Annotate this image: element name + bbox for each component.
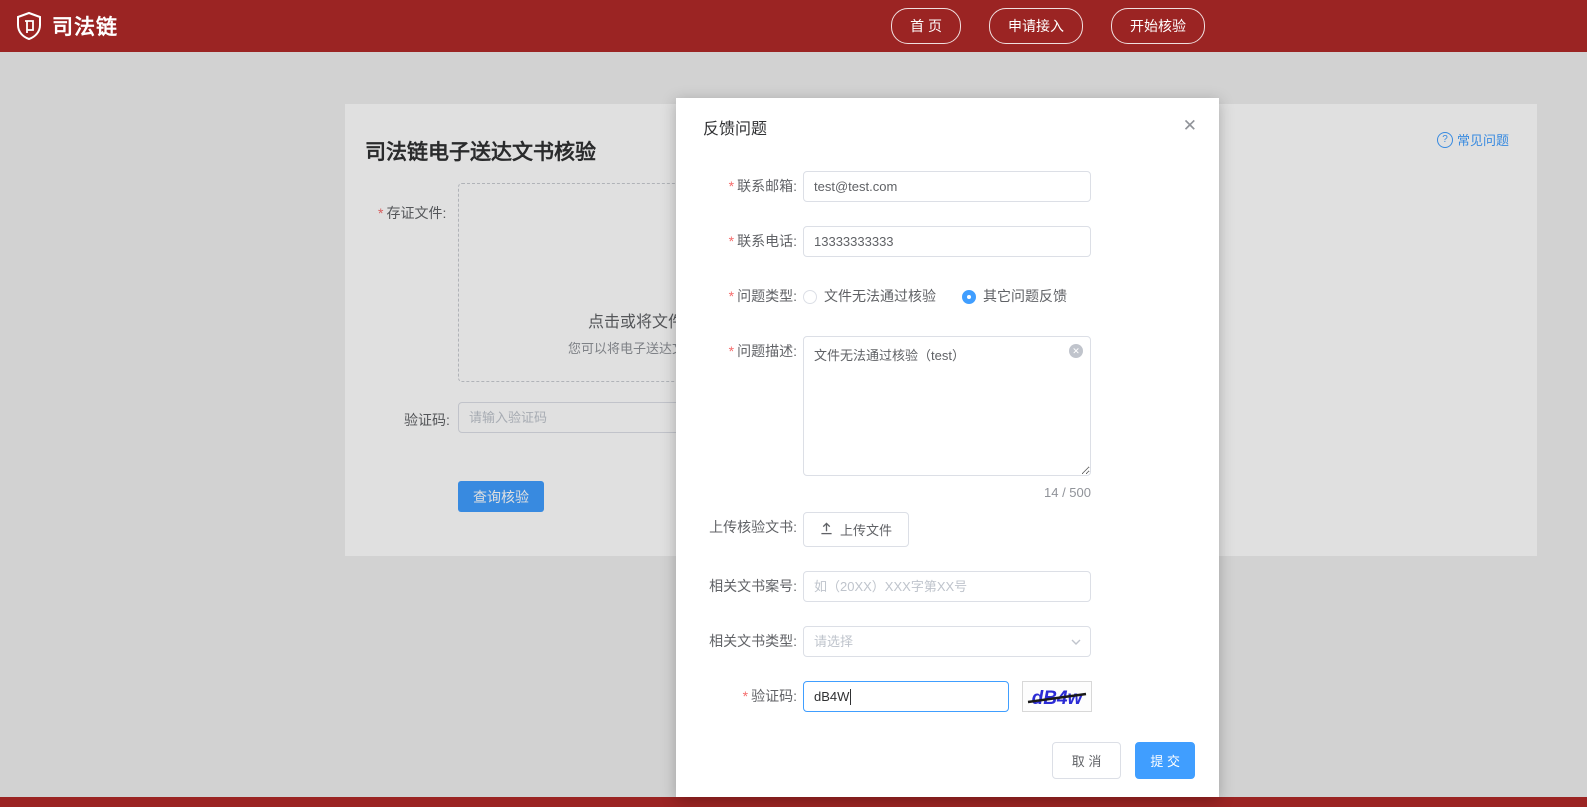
captcha-input[interactable]: dB4W [803, 681, 1009, 712]
description-textarea-wrap: 文件无法通过核验（test） ✕ [803, 336, 1091, 481]
required-asterisk: * [728, 288, 735, 304]
nav-verify-button[interactable]: 开始核验 [1111, 8, 1205, 44]
phone-row: * 联系电话: [676, 226, 1219, 257]
header-nav: 首 页 申请接入 开始核验 [891, 0, 1205, 52]
brand-name: 司法链 [52, 16, 118, 39]
upload-button-label: 上传文件 [840, 523, 893, 538]
shield-logo-icon [14, 11, 44, 41]
brand-logo[interactable]: 司法链 [14, 11, 118, 41]
description-textarea[interactable]: 文件无法通过核验（test） [803, 336, 1091, 476]
submit-button[interactable]: 提 交 [1135, 742, 1195, 779]
upload-label: 上传核验文书: [709, 519, 797, 535]
upload-icon [820, 521, 833, 538]
modal-body: *联系邮箱: *联系电话: *问题类型: 文件无法通过核验 其它问题反馈 *问 [676, 147, 1219, 712]
close-icon[interactable]: ✕ [1179, 112, 1201, 140]
cancel-button[interactable]: 取 消 [1051, 742, 1122, 779]
case-number-label: 相关文书案号: [709, 578, 797, 594]
doc-type-label: 相关文书类型: [709, 633, 797, 649]
case-number-row: 相关文书案号: [676, 571, 1219, 602]
modal-footer: 取 消 提 交 [1051, 742, 1195, 779]
doc-type-select[interactable] [803, 626, 1091, 657]
required-asterisk: * [742, 688, 749, 704]
email-field[interactable] [803, 171, 1091, 202]
description-field-group: 文件无法通过核验（test） ✕ 14 / 500 [803, 336, 1091, 500]
nav-apply-button[interactable]: 申请接入 [989, 8, 1083, 44]
issue-type-label: * 问题类型: [728, 288, 797, 304]
required-asterisk: * [728, 233, 735, 249]
bottom-red-bar [0, 797, 1587, 807]
nav-home-button[interactable]: 首 页 [891, 8, 961, 44]
captcha-label: * 验证码: [742, 688, 797, 704]
top-nav-bar: 司法链 首 页 申请接入 开始核验 [0, 0, 1587, 52]
feedback-modal: 反馈问题 ✕ *联系邮箱: *联系电话: *问题类型: 文件无法通过核验 其它问… [676, 98, 1219, 797]
upload-row: 上传核验文书: 上传文件 [676, 512, 1219, 547]
required-asterisk: * [728, 343, 735, 359]
captcha-image[interactable]: dB4w [1022, 681, 1092, 712]
phone-label: * 联系电话: [728, 233, 797, 249]
case-number-field[interactable] [803, 571, 1091, 602]
issue-type-row: * 问题类型: 文件无法通过核验 其它问题反馈 [676, 281, 1219, 312]
modal-header: 反馈问题 [676, 98, 1219, 147]
captcha-input-value: dB4W [814, 689, 850, 704]
upload-file-button[interactable]: 上传文件 [803, 512, 910, 547]
doc-type-select-input[interactable] [803, 626, 1091, 657]
email-row: * 联系邮箱: [676, 171, 1219, 202]
radio-file-fail[interactable] [803, 289, 817, 304]
radio-other-feedback-label[interactable]: 其它问题反馈 [983, 281, 1067, 312]
issue-type-options: 文件无法通过核验 其它问题反馈 [803, 281, 1093, 312]
required-asterisk: * [728, 178, 735, 194]
captcha-row: * 验证码: dB4W dB4w [676, 681, 1219, 712]
doc-type-row: 相关文书类型: [676, 626, 1219, 657]
text-cursor [850, 688, 852, 705]
phone-field[interactable] [803, 226, 1091, 257]
description-label: * 问题描述: [728, 343, 797, 359]
email-label: * 联系邮箱: [728, 178, 797, 194]
char-counter: 14 / 500 [1044, 485, 1091, 500]
modal-title: 反馈问题 [703, 121, 768, 138]
radio-file-fail-label[interactable]: 文件无法通过核验 [824, 281, 936, 312]
radio-other-feedback[interactable] [962, 289, 976, 304]
description-row: * 问题描述: 文件无法通过核验（test） ✕ 14 / 500 [676, 336, 1219, 500]
clear-icon[interactable]: ✕ [1069, 344, 1083, 358]
